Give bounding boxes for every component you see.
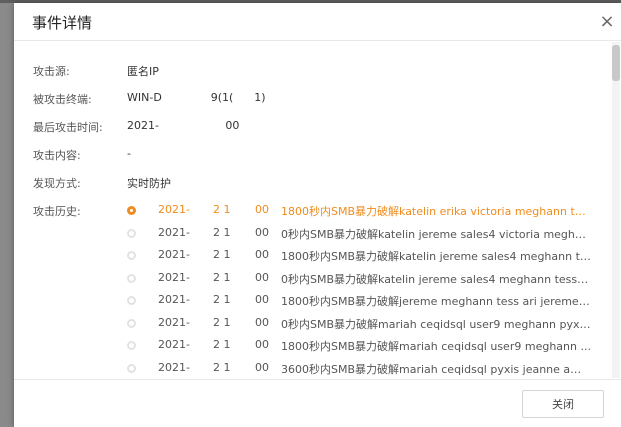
scrollbar-track[interactable] bbox=[612, 42, 620, 378]
history-description: 1800秒内SMB暴力破解katelin erika victoria megh… bbox=[281, 205, 591, 218]
dialog-body: 攻击源: 匿名IP 被攻击终端: WIN-D 9(1( 1) 最后攻击时间: 2… bbox=[14, 41, 621, 379]
history-date: 2021- bbox=[158, 203, 190, 216]
history-description: 1800秒内SMB暴力破解jereme meghann tess ari jer… bbox=[281, 295, 591, 308]
history-item[interactable]: 2021- 2 1 00 3600秒内SMB暴力破解mariah ceqidsql p… bbox=[14, 361, 604, 377]
history-date-part: 2 1 bbox=[213, 203, 231, 216]
field-label: 攻击源: bbox=[33, 65, 70, 78]
field-label: 最后攻击时间: bbox=[33, 121, 103, 134]
history-date: 2021- bbox=[158, 225, 190, 239]
history-date: 2021- bbox=[158, 338, 190, 351]
field-attack-content: 攻击内容: - bbox=[14, 147, 604, 163]
history-description: 3600秒内SMB暴力破解mariah ceqidsql pyxis jeann… bbox=[281, 362, 591, 376]
field-last-attack-time: 最后攻击时间: 2021- 00 bbox=[14, 119, 604, 135]
history-item[interactable]: 2021- 2 1 00 1800秒内SMB暴力破解mariah ceqidsql u… bbox=[14, 338, 604, 354]
history-time: 00 bbox=[255, 203, 269, 216]
timeline-dot-icon bbox=[127, 251, 136, 260]
history-time: 00 bbox=[255, 315, 269, 329]
history-date: 2021- bbox=[158, 248, 190, 261]
timeline-dot-icon bbox=[127, 341, 136, 350]
field-label: 攻击内容: bbox=[33, 149, 81, 162]
history-time: 00 bbox=[255, 225, 269, 239]
close-button[interactable]: 关闭 bbox=[522, 390, 604, 418]
scrollbar-thumb[interactable] bbox=[612, 45, 620, 81]
history-item[interactable]: 2021- 2 1 00 1800秒内SMB暴力破解katelin erika vic… bbox=[14, 203, 604, 219]
history-date-part: 2 1 bbox=[213, 338, 231, 351]
field-value: 实时防护 bbox=[127, 177, 171, 190]
history-time: 00 bbox=[255, 248, 269, 261]
event-details-dialog: 事件详情 × 攻击源: 匿名IP 被攻击终端: WIN-D 9(1( 1) 最后… bbox=[14, 3, 621, 427]
history-item[interactable]: 2021- 2 1 00 1800秒内SMB暴力破解katelin jereme sa… bbox=[14, 248, 604, 264]
field-value: 匿名IP bbox=[127, 65, 159, 78]
field-discovery-method: 发现方式: 实时防护 bbox=[14, 175, 604, 191]
history-date-part: 2 1 bbox=[213, 293, 231, 306]
timeline-dot-icon bbox=[127, 273, 136, 283]
history-date: 2021- bbox=[158, 270, 190, 284]
history-date-part: 2 1 bbox=[213, 360, 231, 374]
field-label: 发现方式: bbox=[33, 177, 81, 190]
history-item[interactable]: 2021- 2 1 00 0秒内SMB暴力破解katelin jereme sales… bbox=[14, 271, 604, 287]
history-date: 2021- bbox=[158, 315, 190, 329]
history-time: 00 bbox=[255, 293, 269, 306]
history-item[interactable]: 2021- 2 1 00 0秒内SMB暴力破解katelin jereme sales… bbox=[14, 226, 604, 242]
dialog-footer: 关闭 bbox=[14, 379, 621, 427]
field-value: WIN-D 9(1( 1) bbox=[127, 91, 266, 104]
history-description: 0秒内SMB暴力破解katelin jereme sales4 victoria… bbox=[281, 227, 591, 241]
history-description: 1800秒内SMB暴力破解mariah ceqidsql user9 megha… bbox=[281, 340, 591, 353]
timeline-dot-icon bbox=[127, 363, 136, 373]
dialog-header: 事件详情 × bbox=[14, 3, 621, 41]
history-description: 1800秒内SMB暴力破解katelin jereme sales4 megha… bbox=[281, 250, 591, 263]
history-description: 0秒内SMB暴力破解katelin jereme sales4 meghann … bbox=[281, 272, 591, 286]
history-date-part: 2 1 bbox=[213, 315, 231, 329]
field-label: 被攻击终端: bbox=[33, 93, 92, 106]
dialog-title: 事件详情 bbox=[32, 14, 93, 32]
field-value: 2021- 00 bbox=[127, 119, 240, 132]
field-attack-source: 攻击源: 匿名IP bbox=[14, 63, 604, 79]
timeline-dot-icon bbox=[127, 206, 136, 215]
history-item[interactable]: 2021- 2 1 00 0秒内SMB暴力破解mariah ceqidsql user… bbox=[14, 316, 604, 332]
history-time: 00 bbox=[255, 338, 269, 351]
history-time: 00 bbox=[255, 270, 269, 284]
history-date-part: 2 1 bbox=[213, 270, 231, 284]
field-value: - bbox=[127, 147, 131, 160]
history-date-part: 2 1 bbox=[213, 225, 231, 239]
timeline-dot-icon bbox=[127, 296, 136, 305]
history-date: 2021- bbox=[158, 360, 190, 374]
close-icon[interactable]: × bbox=[599, 13, 615, 31]
timeline-dot-icon bbox=[127, 228, 136, 238]
history-description: 0秒内SMB暴力破解mariah ceqidsql user9 meghann … bbox=[281, 317, 591, 331]
field-target-terminal: 被攻击终端: WIN-D 9(1( 1) bbox=[14, 91, 604, 107]
history-date: 2021- bbox=[158, 293, 190, 306]
history-item[interactable]: 2021- 2 1 00 1800秒内SMB暴力破解jereme meghann te… bbox=[14, 293, 604, 309]
history-time: 00 bbox=[255, 360, 269, 374]
timeline-dot-icon bbox=[127, 318, 136, 328]
history-date-part: 2 1 bbox=[213, 248, 231, 261]
